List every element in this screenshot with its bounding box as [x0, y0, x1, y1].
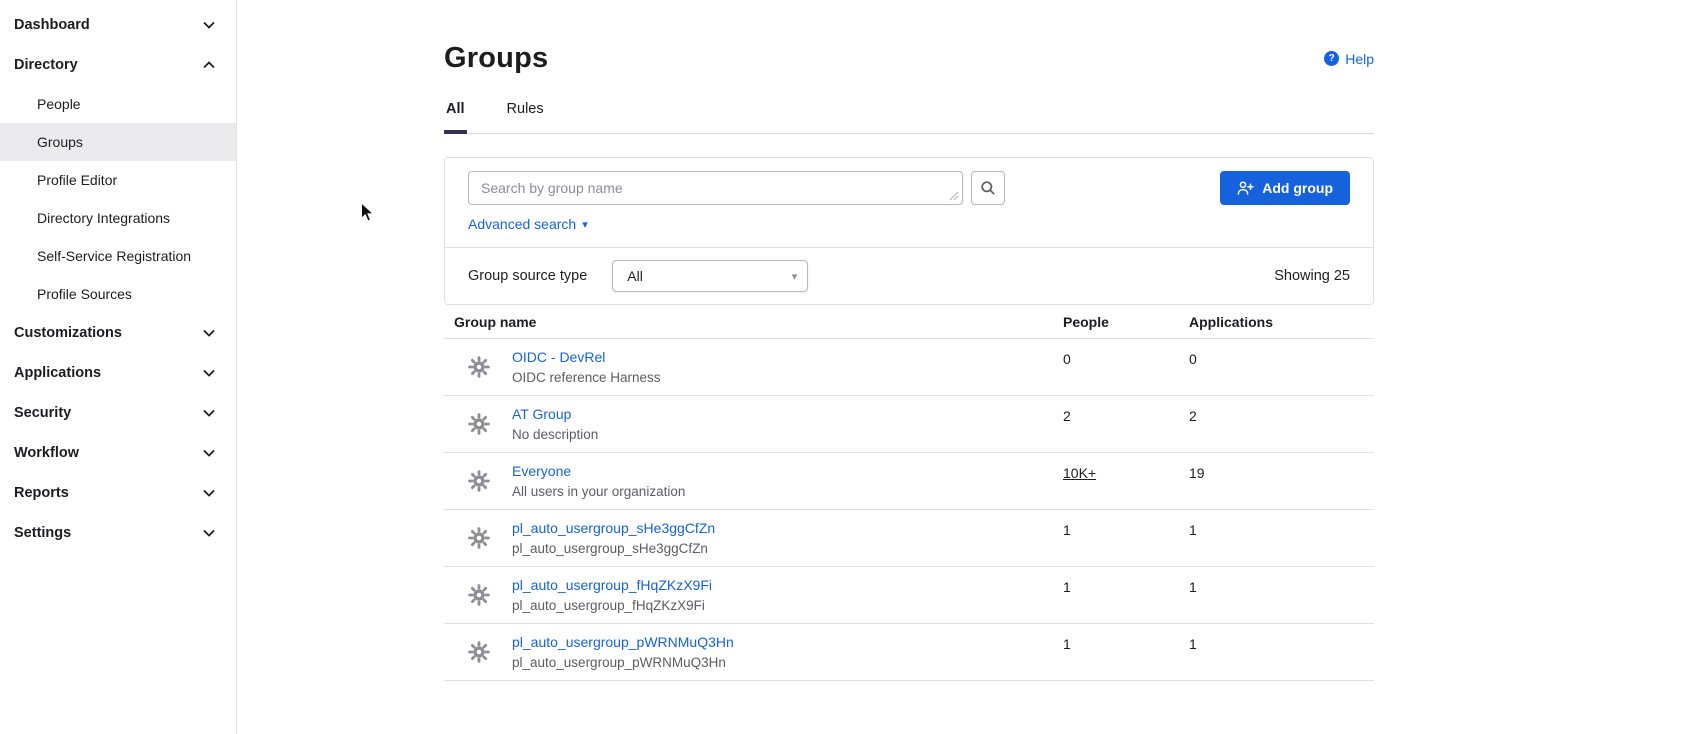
sidebar-item-directory[interactable]: Directory: [0, 45, 236, 85]
page-header: Groups ? Help: [444, 42, 1374, 75]
group-gear-icon: [467, 583, 491, 607]
group-name-link[interactable]: pl_auto_usergroup_fHqZKzX9Fi: [512, 577, 712, 593]
group-name-link[interactable]: pl_auto_usergroup_pWRNMuQ3Hn: [512, 634, 734, 650]
sidebar-item-people[interactable]: People: [0, 85, 236, 123]
sidebar-item-label: Reports: [14, 485, 69, 501]
sidebar-item-workflow[interactable]: Workflow: [0, 433, 236, 473]
sidebar-item-profile-editor[interactable]: Profile Editor: [0, 161, 236, 199]
group-gear-icon: [467, 469, 491, 493]
sidebar-item-customizations[interactable]: Customizations: [0, 313, 236, 353]
help-icon: ?: [1324, 51, 1339, 66]
group-description: pl_auto_usergroup_pWRNMuQ3Hn: [512, 655, 734, 670]
applications-count: 1: [1189, 510, 1374, 566]
group-description: OIDC reference Harness: [512, 370, 661, 385]
table-row: AT Group No description 2 2: [444, 396, 1374, 453]
group-description: pl_auto_usergroup_fHqZKzX9Fi: [512, 598, 712, 613]
help-link-label: Help: [1345, 51, 1374, 67]
people-count-link[interactable]: 10K+: [1063, 453, 1189, 509]
group-gear-icon: [467, 412, 491, 436]
people-count: 1: [1063, 567, 1189, 623]
group-source-type-label: Group source type: [468, 268, 587, 284]
caret-down-icon: ▾: [582, 218, 588, 231]
chevron-down-icon: [202, 18, 216, 32]
applications-count: 2: [1189, 396, 1374, 452]
sidebar-item-reports[interactable]: Reports: [0, 473, 236, 513]
showing-count: Showing 25: [1274, 268, 1350, 284]
group-gear-icon: [467, 640, 491, 664]
search-input-wrap: [468, 171, 963, 205]
group-name-link[interactable]: AT Group: [512, 406, 598, 422]
group-name-link[interactable]: Everyone: [512, 463, 685, 479]
sidebar-item-label: Applications: [14, 365, 101, 381]
chevron-down-icon: [202, 486, 216, 500]
search-icon: [980, 180, 996, 196]
applications-count: 1: [1189, 624, 1374, 680]
people-count: 0: [1063, 339, 1189, 395]
chevron-down-icon: [202, 526, 216, 540]
applications-count: 19: [1189, 453, 1374, 509]
group-description: No description: [512, 427, 598, 442]
group-name-link[interactable]: OIDC - DevRel: [512, 349, 661, 365]
applications-count: 0: [1189, 339, 1374, 395]
sidebar-item-security[interactable]: Security: [0, 393, 236, 433]
people-count: 1: [1063, 510, 1189, 566]
table-row: pl_auto_usergroup_pWRNMuQ3Hn pl_auto_use…: [444, 624, 1374, 681]
chevron-up-icon: [202, 58, 216, 72]
help-link[interactable]: ? Help: [1324, 51, 1374, 67]
group-description: All users in your organization: [512, 484, 685, 499]
sidebar-item-label: Settings: [14, 525, 71, 541]
chevron-down-icon: [202, 366, 216, 380]
group-gear-icon: [467, 526, 491, 550]
sidebar-item-applications[interactable]: Applications: [0, 353, 236, 393]
tab-bar: All Rules: [444, 101, 1374, 134]
sidebar-item-label: Security: [14, 405, 71, 421]
sidebar-item-label: Dashboard: [14, 17, 90, 33]
column-header-people: People: [1063, 314, 1189, 330]
sidebar-item-dashboard[interactable]: Dashboard: [0, 5, 236, 45]
group-name-link[interactable]: pl_auto_usergroup_sHe3ggCfZn: [512, 520, 715, 536]
group-gear-icon: [467, 355, 491, 379]
caret-down-icon: ▾: [792, 270, 798, 283]
table-header-row: Group name People Applications: [444, 305, 1374, 339]
group-source-type-select[interactable]: All ▾: [612, 260, 808, 292]
column-header-group-name: Group name: [444, 314, 1063, 330]
add-user-icon: [1237, 180, 1254, 196]
groups-toolbar-card: Add group Advanced search ▾ Group source…: [444, 157, 1374, 305]
chevron-down-icon: [202, 446, 216, 460]
group-source-type-value: All: [627, 268, 643, 284]
tab-all[interactable]: All: [444, 101, 467, 134]
add-group-button-label: Add group: [1262, 180, 1333, 196]
add-group-button[interactable]: Add group: [1220, 171, 1350, 205]
advanced-search-label: Advanced search: [468, 216, 576, 232]
sidebar-item-self-service-registration[interactable]: Self-Service Registration: [0, 237, 236, 275]
sidebar-item-label: Customizations: [14, 325, 122, 341]
people-count: 1: [1063, 624, 1189, 680]
advanced-search-link[interactable]: Advanced search ▾: [468, 216, 588, 232]
sidebar-item-label: Workflow: [14, 445, 79, 461]
filter-row: Group source type All ▾ Showing 25: [445, 248, 1373, 304]
table-row: Everyone All users in your organization …: [444, 453, 1374, 510]
table-row: pl_auto_usergroup_sHe3ggCfZn pl_auto_use…: [444, 510, 1374, 567]
column-header-applications: Applications: [1189, 314, 1374, 330]
page-title: Groups: [444, 42, 548, 75]
table-row: OIDC - DevRel OIDC reference Harness 0 0: [444, 339, 1374, 396]
sidebar: Dashboard Directory People Groups Profil…: [0, 0, 237, 734]
resize-grip-icon: [949, 191, 959, 201]
search-button[interactable]: [971, 171, 1005, 205]
table-row: pl_auto_usergroup_fHqZKzX9Fi pl_auto_use…: [444, 567, 1374, 624]
sidebar-item-profile-sources[interactable]: Profile Sources: [0, 275, 236, 313]
chevron-down-icon: [202, 326, 216, 340]
sidebar-item-label: Directory: [14, 57, 78, 73]
applications-count: 1: [1189, 567, 1374, 623]
sidebar-item-directory-integrations[interactable]: Directory Integrations: [0, 199, 236, 237]
groups-table: Group name People Applications OIDC - De…: [444, 305, 1374, 681]
sidebar-item-settings[interactable]: Settings: [0, 513, 236, 553]
group-description: pl_auto_usergroup_sHe3ggCfZn: [512, 541, 715, 556]
chevron-down-icon: [202, 406, 216, 420]
main-content: Groups ? Help All Rules: [237, 0, 1687, 734]
people-count: 2: [1063, 396, 1189, 452]
search-input[interactable]: [468, 171, 963, 205]
sidebar-item-groups[interactable]: Groups: [0, 123, 236, 161]
tab-rules[interactable]: Rules: [505, 101, 546, 134]
